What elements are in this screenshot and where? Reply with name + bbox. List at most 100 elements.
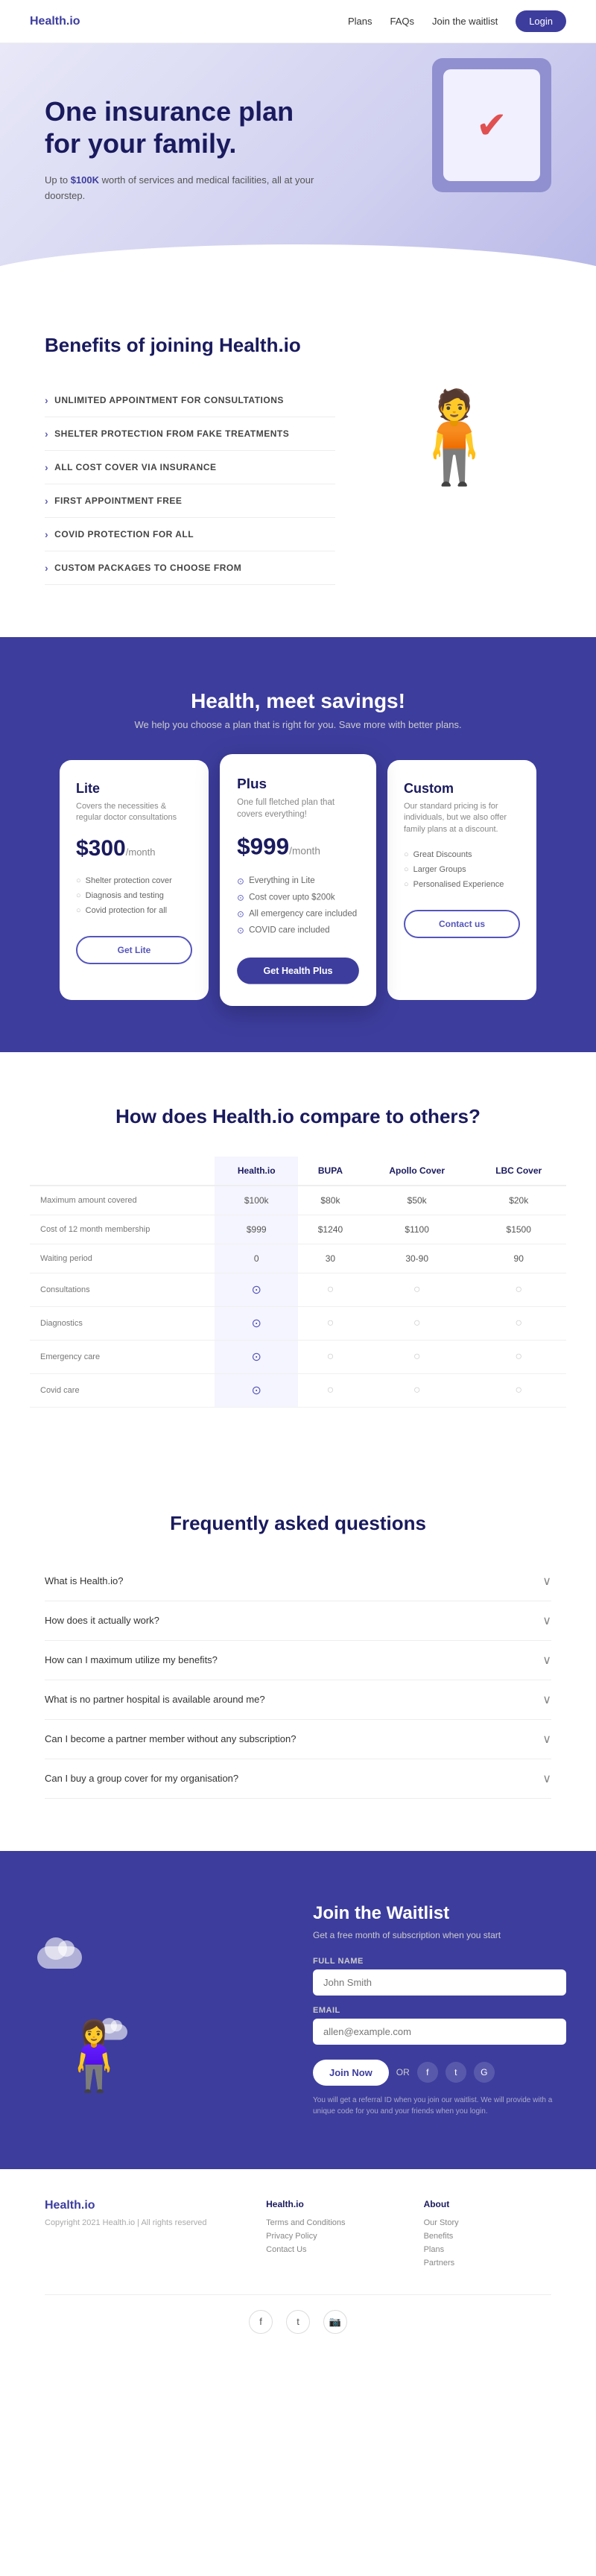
footer-facebook-icon[interactable]: f bbox=[249, 2310, 273, 2334]
nav-link-plans[interactable]: Plans bbox=[348, 16, 372, 27]
footer-instagram-icon[interactable]: 📷 bbox=[323, 2310, 347, 2334]
footer-tagline: Copyright 2021 Health.io | All rights re… bbox=[45, 2218, 236, 2227]
compare-cell-3-0: ⊙ bbox=[215, 1273, 297, 1306]
feature-1-1: ⊙ Cost cover upto $200k bbox=[237, 889, 359, 905]
waitlist-illustration: 🧍‍♀️ bbox=[30, 1917, 283, 2103]
form-submit-row: Join Now OR f t G bbox=[313, 2060, 566, 2086]
name-input[interactable] bbox=[313, 1969, 566, 1996]
footer-link-1-3[interactable]: Partners bbox=[424, 2259, 551, 2268]
compare-cell-3-2: ○ bbox=[363, 1273, 471, 1306]
twitter-login-icon[interactable]: t bbox=[446, 2062, 466, 2083]
compare-cell-6-1: ○ bbox=[298, 1373, 363, 1407]
footer-link-0-2[interactable]: Contact Us bbox=[266, 2245, 393, 2254]
feature-text-0-1: Diagnosis and testing bbox=[86, 891, 164, 900]
cloud-1 bbox=[37, 1946, 82, 1969]
join-now-button[interactable]: Join Now bbox=[313, 2060, 389, 2086]
compare-cell-2-0: 0 bbox=[215, 1244, 297, 1273]
benefit-item-1: › Shelter protection from fake treatment… bbox=[45, 417, 335, 451]
faq-item-5[interactable]: Can I buy a group cover for my organisat… bbox=[45, 1759, 551, 1799]
nav-link-waitlist[interactable]: Join the waitlist bbox=[432, 16, 498, 27]
benefit-label-2: All cost cover via insurance bbox=[54, 462, 216, 472]
feature-text-0-2: Covid protection for all bbox=[86, 906, 167, 915]
benefit-arrow-1: › bbox=[45, 428, 48, 440]
dot-icon: ○ bbox=[413, 1350, 421, 1363]
pricing-subtitle: We help you choose a plan that is right … bbox=[30, 719, 566, 730]
compare-table: Health.ioBUPAApollo CoverLBC Cover Maxim… bbox=[30, 1156, 566, 1408]
compare-row-4: Diagnostics⊙○○○ bbox=[30, 1306, 566, 1340]
pricing-card-2: Custom Our standard pricing is for indiv… bbox=[387, 760, 536, 1000]
compare-header-row: Health.ioBUPAApollo CoverLBC Cover bbox=[30, 1156, 566, 1186]
card-cta-2[interactable]: Contact us bbox=[404, 910, 520, 938]
hero-illustration: ✔ bbox=[432, 58, 551, 192]
feature-2-1: ○ Larger Groups bbox=[404, 862, 520, 877]
gplus-login-icon[interactable]: G bbox=[474, 2062, 495, 2083]
card-cta-0[interactable]: Get Lite bbox=[76, 936, 192, 964]
footer-link-1-2[interactable]: Plans bbox=[424, 2245, 551, 2254]
benefits-left: Benefits of joining Health.io › Unlimite… bbox=[45, 334, 335, 585]
faq-item-1[interactable]: How does it actually work? ∨ bbox=[45, 1601, 551, 1641]
feature-0-0: ○ Shelter protection cover bbox=[76, 873, 192, 888]
pricing-cards: Lite Covers the necessities & regular do… bbox=[30, 760, 566, 1000]
email-input[interactable] bbox=[313, 2019, 566, 2045]
dot-icon: ○ bbox=[515, 1350, 522, 1363]
faq-item-2[interactable]: How can I maximum utilize my benefits? ∨ bbox=[45, 1641, 551, 1680]
feature-check-1-2: ⊙ bbox=[237, 909, 244, 920]
form-email-group: EMAIL bbox=[313, 2006, 566, 2055]
email-label: EMAIL bbox=[313, 2006, 566, 2015]
compare-row-label-0: Maximum amount covered bbox=[30, 1186, 215, 1215]
benefit-arrow-0: › bbox=[45, 394, 48, 406]
compare-row-0: Maximum amount covered$100k$80k$50k$20k bbox=[30, 1186, 566, 1215]
feature-check-1-1: ⊙ bbox=[237, 893, 244, 903]
benefits-right: 🧍 bbox=[358, 334, 551, 542]
benefit-arrow-2: › bbox=[45, 461, 48, 473]
faq-item-3[interactable]: What is no partner hospital is available… bbox=[45, 1680, 551, 1720]
footer-link-1-0[interactable]: Our Story bbox=[424, 2218, 551, 2227]
feature-2-2: ○ Personalised Experience bbox=[404, 877, 520, 892]
compare-cell-0-0: $100k bbox=[215, 1186, 297, 1215]
feature-text-1-0: Everything in Lite bbox=[249, 876, 315, 886]
footer-link-0-1[interactable]: Privacy Policy bbox=[266, 2232, 393, 2241]
faq-item-4[interactable]: Can I become a partner member without an… bbox=[45, 1720, 551, 1759]
footer-link-0-0[interactable]: Terms and Conditions bbox=[266, 2218, 393, 2227]
benefit-item-5: › Custom packages to choose from bbox=[45, 551, 335, 585]
pricing-card-0: Lite Covers the necessities & regular do… bbox=[60, 760, 209, 1000]
hero-content: One insurance plan for your family. Up t… bbox=[45, 95, 328, 204]
compare-cell-1-3: $1500 bbox=[471, 1215, 566, 1244]
footer-link-1-1[interactable]: Benefits bbox=[424, 2232, 551, 2241]
card-cta-1[interactable]: Get Health Plus bbox=[237, 958, 359, 984]
faq-item-0[interactable]: What is Health.io? ∨ bbox=[45, 1562, 551, 1601]
card-period-1: /month bbox=[289, 845, 320, 857]
pricing-card-1: Plus One full fletched plan that covers … bbox=[220, 754, 376, 1006]
footer-col-title-1: About bbox=[424, 2199, 551, 2209]
compare-thead: Health.ioBUPAApollo CoverLBC Cover bbox=[30, 1156, 566, 1186]
compare-cell-2-1: 30 bbox=[298, 1244, 363, 1273]
facebook-login-icon[interactable]: f bbox=[417, 2062, 438, 2083]
nav-link-faqs[interactable]: FAQs bbox=[390, 16, 415, 27]
compare-row-label-6: Covid care bbox=[30, 1373, 215, 1407]
benefit-label-4: COVID protection for all bbox=[54, 529, 194, 539]
card-desc-2: Our standard pricing is for individuals,… bbox=[404, 801, 520, 835]
footer-twitter-icon[interactable]: t bbox=[286, 2310, 310, 2334]
dot-icon: ○ bbox=[327, 1283, 335, 1296]
compare-row-3: Consultations⊙○○○ bbox=[30, 1273, 566, 1306]
faq-chevron-2: ∨ bbox=[542, 1653, 551, 1668]
check-icon: ⊙ bbox=[252, 1384, 261, 1397]
compare-cell-5-1: ○ bbox=[298, 1340, 363, 1373]
footer-col-title-0: Health.io bbox=[266, 2199, 393, 2209]
hero-wave bbox=[0, 244, 596, 282]
feature-1-3: ⊙ COVID care included bbox=[237, 922, 359, 938]
login-button[interactable]: Login bbox=[516, 10, 566, 32]
faq-question-2: How can I maximum utilize my benefits? bbox=[45, 1654, 218, 1665]
compare-row-label-3: Consultations bbox=[30, 1273, 215, 1306]
benefit-item-3: › First appointment free bbox=[45, 484, 335, 518]
compare-cell-2-2: 30-90 bbox=[363, 1244, 471, 1273]
compare-row-1: Cost of 12 month membership$999$1240$110… bbox=[30, 1215, 566, 1244]
feature-check-0-1: ○ bbox=[76, 891, 81, 900]
footer: Health.io Copyright 2021 Health.io | All… bbox=[0, 2169, 596, 2364]
faq-question-4: Can I become a partner member without an… bbox=[45, 1733, 296, 1744]
benefit-arrow-3: › bbox=[45, 495, 48, 507]
benefit-list: › Unlimited appointment for consultation… bbox=[45, 384, 335, 585]
pricing-title: Health, meet savings! bbox=[30, 689, 566, 713]
footer-col-0: Health.io Terms and Conditions Privacy Pol… bbox=[266, 2199, 393, 2272]
compare-section: How does Health.io compare to others? He… bbox=[0, 1052, 596, 1460]
